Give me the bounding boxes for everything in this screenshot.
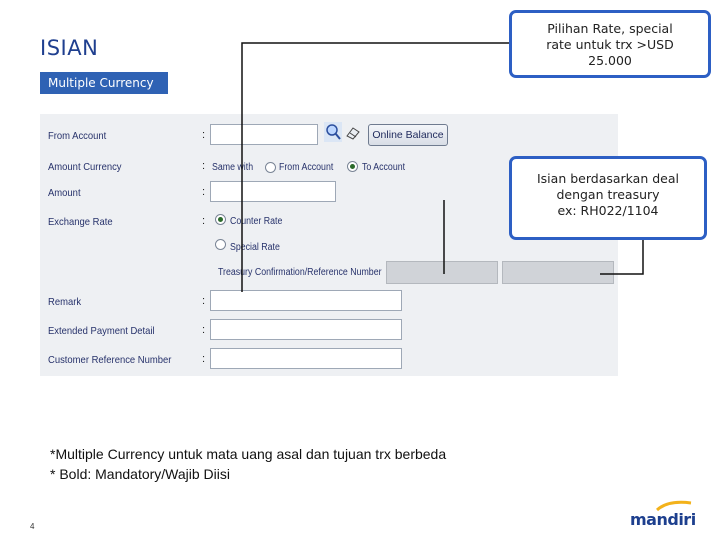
remark-input[interactable] (210, 290, 402, 311)
colon: : (202, 324, 206, 336)
remark-label: Remark (48, 296, 82, 308)
multiple-currency-tab[interactable]: Multiple Currency (40, 72, 168, 94)
callout-line: Isian berdasarkan deal (536, 171, 679, 186)
extended-payment-detail-label: Extended Payment Detail (48, 325, 155, 337)
to-account-option-label: To Account (362, 162, 406, 173)
treasury-reference-input-2[interactable] (502, 261, 614, 284)
amount-label: Amount (48, 187, 81, 199)
colon: : (202, 186, 206, 198)
counter-rate-label: Counter Rate (230, 216, 283, 227)
colon: : (202, 295, 206, 307)
colon: : (202, 215, 206, 227)
from-account-label: From Account (48, 130, 107, 142)
brand-logo: mandiri (630, 510, 696, 529)
callout-line: 25.000 (588, 53, 632, 68)
callout-line: Pilihan Rate, special (547, 21, 673, 36)
from-account-radio[interactable] (265, 162, 276, 173)
amount-currency-label: Amount Currency (48, 161, 122, 173)
customer-reference-number-label: Customer Reference Number (48, 354, 172, 366)
exchange-rate-label: Exchange Rate (48, 216, 113, 228)
callout-line: rate untuk trx >USD (546, 37, 674, 52)
colon: : (202, 353, 206, 365)
extended-payment-detail-input[interactable] (210, 319, 402, 340)
rate-choice-callout: Pilihan Rate, special rate untuk trx >US… (509, 10, 711, 78)
special-rate-radio[interactable] (215, 239, 226, 250)
footnote-line-2: * Bold: Mandatory/Wajib Diisi (50, 466, 230, 482)
online-balance-button[interactable]: Online Balance (368, 124, 448, 146)
special-rate-label: Special Rate (230, 242, 280, 253)
page-number: 4 (30, 522, 35, 531)
footnote-line-1: *Multiple Currency untuk mata uang asal … (50, 446, 447, 462)
customer-reference-number-input[interactable] (210, 348, 402, 369)
eraser-icon[interactable] (345, 126, 361, 140)
search-icon[interactable] (324, 122, 342, 142)
slide-title: ISIAN (40, 36, 99, 60)
same-with-label: Same with (212, 162, 254, 173)
footnote: *Multiple Currency untuk mata uang asal … (50, 444, 446, 484)
to-account-radio[interactable] (347, 161, 358, 172)
callout-line: dengan treasury (556, 187, 660, 202)
from-account-input[interactable] (210, 124, 318, 145)
colon: : (202, 160, 206, 172)
callout-line: ex: RH022/1104 (557, 203, 659, 218)
colon: : (202, 129, 206, 141)
transfer-form: From Account : Online Balance Amount Cur… (40, 114, 618, 376)
amount-input[interactable] (210, 181, 336, 202)
counter-rate-radio[interactable] (215, 214, 226, 225)
treasury-reference-input[interactable] (386, 261, 498, 284)
treasury-deal-callout: Isian berdasarkan deal dengan treasury e… (509, 156, 707, 240)
treasury-reference-label: Treasury Confirmation/Reference Number (218, 267, 382, 278)
from-account-option-label: From Account (279, 162, 334, 173)
